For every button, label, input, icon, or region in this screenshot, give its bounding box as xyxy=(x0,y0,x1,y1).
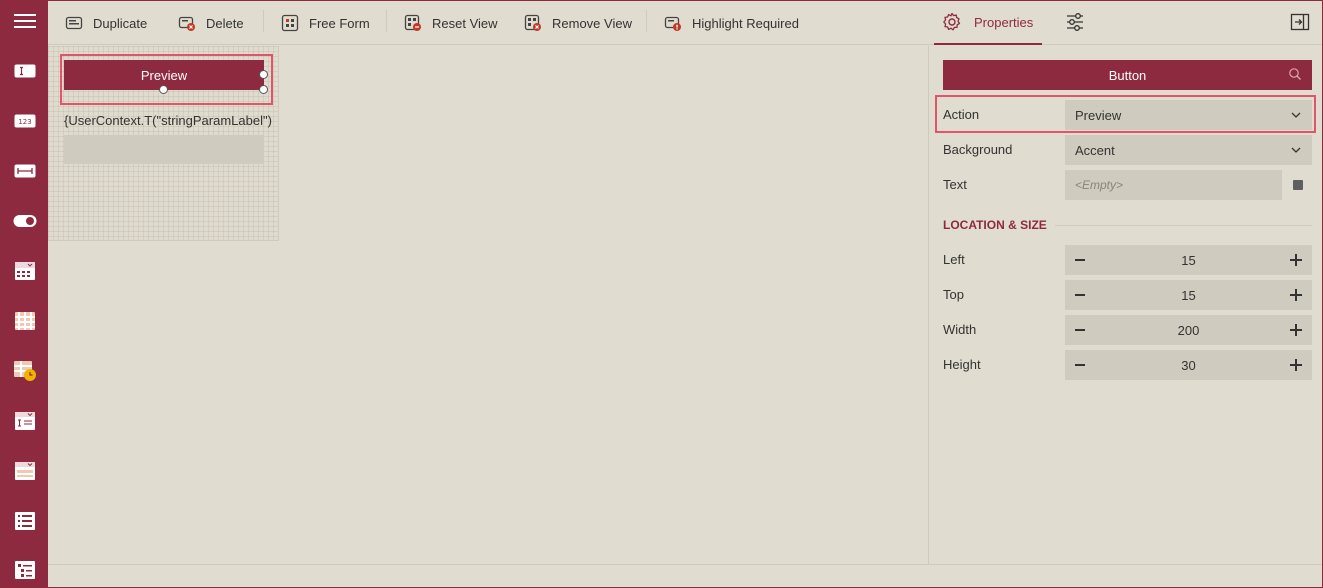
decrement-icon[interactable] xyxy=(1075,329,1085,331)
date-time-icon[interactable] xyxy=(1,351,48,391)
duplicate-button[interactable]: Duplicate xyxy=(65,10,147,36)
param-label[interactable]: {UserContext.T("stringParamLabel") xyxy=(64,113,272,128)
properties-panel: Button Action Preview Background Accent … xyxy=(928,46,1322,564)
tab-settings[interactable] xyxy=(1062,9,1088,35)
section-title: LOCATION & SIZE xyxy=(943,218,1047,232)
dropdown-input-icon[interactable] xyxy=(1,401,48,441)
menu-icon[interactable] xyxy=(1,1,48,41)
left-value[interactable]: 15 xyxy=(1181,253,1195,268)
action-row: Action Preview xyxy=(943,100,1312,130)
text-options-icon[interactable] xyxy=(1293,180,1303,190)
top-label: Top xyxy=(943,287,964,302)
action-select[interactable]: Preview xyxy=(1065,100,1312,130)
width-row: Width 200 xyxy=(943,315,1312,345)
section-divider xyxy=(1055,225,1312,226)
toolbox-sidebar: 123 xyxy=(1,1,48,587)
resize-handle-right[interactable] xyxy=(259,70,268,79)
height-row: Height 30 xyxy=(943,350,1312,380)
decrement-icon[interactable] xyxy=(1075,259,1085,261)
chevron-down-icon xyxy=(1291,112,1301,118)
height-stepper[interactable]: 30 xyxy=(1065,350,1312,380)
reset-view-icon xyxy=(404,14,421,31)
date-range-icon[interactable] xyxy=(1,301,48,341)
component-selector[interactable]: Button xyxy=(943,60,1312,90)
toolbar-divider xyxy=(646,10,647,32)
background-label: Background xyxy=(943,142,1013,157)
reset-view-label: Reset View xyxy=(432,15,498,31)
increment-icon[interactable] xyxy=(1290,324,1302,336)
free-form-button[interactable]: Free Form xyxy=(281,10,370,36)
toggle-icon[interactable] xyxy=(1,201,48,241)
remove-view-label: Remove View xyxy=(552,15,632,31)
range-field-icon[interactable] xyxy=(1,151,48,191)
left-stepper[interactable]: 15 xyxy=(1065,245,1312,275)
background-row: Background Accent xyxy=(943,135,1312,165)
highlight-required-label: Highlight Required xyxy=(692,15,799,31)
date-picker-icon[interactable] xyxy=(1,251,48,291)
form-grid[interactable]: Preview {UserContext.T("stringParamLabel… xyxy=(48,46,279,241)
delete-button[interactable]: Delete xyxy=(178,10,244,36)
numeric-field-icon[interactable]: 123 xyxy=(1,101,48,141)
search-icon[interactable] xyxy=(1288,67,1302,81)
height-value[interactable]: 30 xyxy=(1181,358,1195,373)
list-icon[interactable] xyxy=(1,501,48,541)
resize-handle-corner[interactable] xyxy=(259,85,268,94)
gear-icon xyxy=(943,12,961,31)
left-row: Left 15 xyxy=(943,245,1312,275)
text-row: Text <Empty> xyxy=(943,170,1312,200)
top-toolbar: Duplicate Delete Free Form Reset View Re… xyxy=(48,1,1322,45)
tab-properties-label: Properties xyxy=(974,14,1034,30)
app-window: 123 Duplicate Delete Free Form Reset Vie… xyxy=(0,0,1323,588)
action-label: Action xyxy=(943,107,980,122)
sliders-icon xyxy=(1067,13,1083,31)
text-field-icon[interactable] xyxy=(1,51,48,91)
chevron-down-icon xyxy=(1291,147,1301,153)
highlight-required-button[interactable]: Highlight Required xyxy=(664,10,799,36)
increment-icon[interactable] xyxy=(1290,359,1302,371)
background-value: Accent xyxy=(1075,142,1115,158)
component-name: Button xyxy=(1108,67,1147,83)
toolbar-divider xyxy=(263,10,264,32)
text-label: Text xyxy=(943,177,967,192)
decrement-icon[interactable] xyxy=(1075,364,1085,366)
resize-handle-bottom[interactable] xyxy=(159,85,168,94)
delete-label: Delete xyxy=(206,15,244,31)
increment-icon[interactable] xyxy=(1290,289,1302,301)
param-input[interactable] xyxy=(64,135,264,164)
design-canvas[interactable]: Preview {UserContext.T("stringParamLabel… xyxy=(48,46,928,564)
numeric-glyph: 123 xyxy=(18,118,31,126)
tree-list-icon[interactable] xyxy=(1,550,48,587)
duplicate-icon xyxy=(65,16,83,30)
text-placeholder: <Empty> xyxy=(1075,178,1124,192)
left-label: Left xyxy=(943,252,965,267)
location-size-section: LOCATION & SIZE xyxy=(943,217,1312,235)
decrement-icon[interactable] xyxy=(1075,294,1085,296)
panel-collapse-icon xyxy=(1290,13,1310,31)
status-bar xyxy=(48,564,1322,587)
action-value: Preview xyxy=(1075,107,1122,123)
duplicate-label: Duplicate xyxy=(93,15,148,31)
collapse-panel-button[interactable] xyxy=(1287,9,1313,35)
tab-properties[interactable]: Properties xyxy=(934,1,1042,45)
reset-view-button[interactable]: Reset View xyxy=(404,10,498,36)
free-form-label: Free Form xyxy=(309,15,370,31)
top-value[interactable]: 15 xyxy=(1181,288,1195,303)
height-label: Height xyxy=(943,357,981,372)
delete-icon xyxy=(178,16,195,31)
width-label: Width xyxy=(943,322,977,337)
dropdown-icon[interactable] xyxy=(1,451,48,491)
top-row: Top 15 xyxy=(943,280,1312,310)
remove-view-button[interactable]: Remove View xyxy=(524,10,632,36)
text-input[interactable]: <Empty> xyxy=(1065,170,1282,200)
background-select[interactable]: Accent xyxy=(1065,135,1312,165)
toolbar-divider xyxy=(386,10,387,32)
width-stepper[interactable]: 200 xyxy=(1065,315,1312,345)
increment-icon[interactable] xyxy=(1290,254,1302,266)
top-stepper[interactable]: 15 xyxy=(1065,280,1312,310)
highlight-required-icon xyxy=(664,16,681,31)
free-form-icon xyxy=(281,14,299,32)
width-value[interactable]: 200 xyxy=(1178,323,1200,338)
remove-view-icon xyxy=(524,14,541,31)
